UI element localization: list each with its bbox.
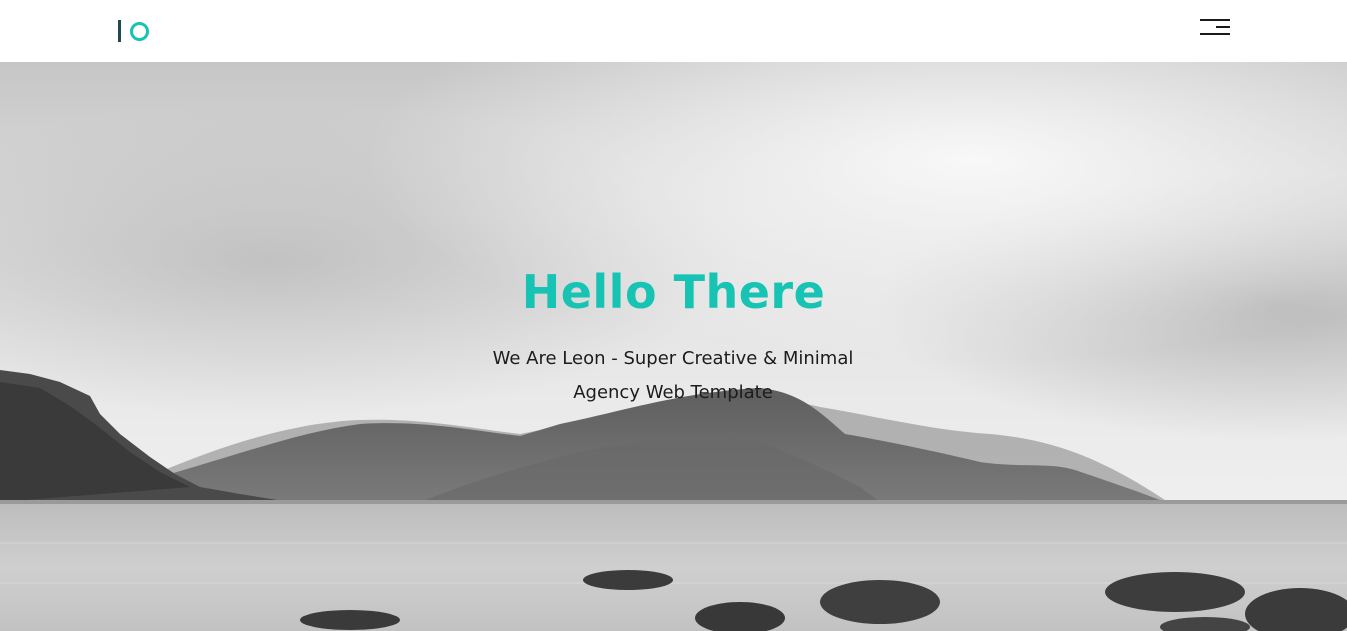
hero-title: Hello There <box>521 265 826 319</box>
menu-line-middle <box>1216 26 1230 28</box>
site-header <box>0 0 1347 62</box>
menu-line-top <box>1200 19 1230 21</box>
menu-line-bottom <box>1200 33 1230 35</box>
hero-subtitle: We Are Leon - Super Creative & Minimal A… <box>492 348 854 403</box>
hero-section: Hello There We Are Leon - Super Creative… <box>0 62 1347 631</box>
site-logo[interactable] <box>118 17 149 45</box>
page: Hello There We Are Leon - Super Creative… <box>0 0 1347 631</box>
logo-ring-mark <box>130 21 149 41</box>
logo-bar-mark <box>118 20 121 42</box>
hamburger-menu-icon[interactable] <box>1196 17 1232 39</box>
